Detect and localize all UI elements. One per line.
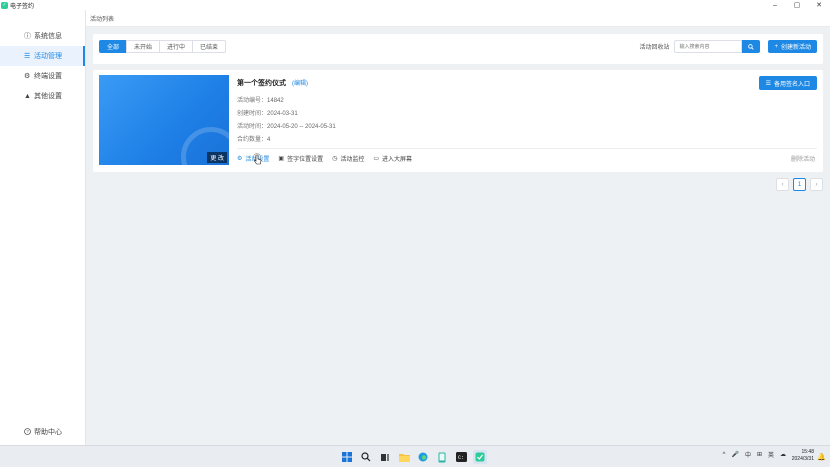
clock-date: 2024/3/31 (791, 456, 814, 462)
meta-contract-count: 合约数量：4 (237, 137, 271, 143)
sidebar-item-activity-management[interactable]: ☰ 活动管理 (0, 46, 85, 66)
gear-icon: ⚙ (24, 73, 31, 80)
notification-bell-icon[interactable]: 🔔 (817, 453, 826, 461)
activity-cover-image: 更 改 (99, 75, 229, 165)
card-divider (237, 148, 817, 149)
recycle-bin-link[interactable]: 活动回收站 (639, 42, 669, 51)
edge-browser-icon[interactable] (416, 450, 430, 464)
cloud-icon[interactable]: ☁ (780, 451, 786, 458)
minimize-button[interactable]: – (764, 0, 786, 10)
search-button[interactable] (742, 40, 761, 53)
task-view-icon[interactable] (378, 450, 392, 464)
taskbar-apps: C: (340, 450, 492, 464)
create-activity-button[interactable]: + 创建新活动 (768, 40, 817, 53)
file-explorer-icon[interactable] (397, 450, 411, 464)
search-input[interactable] (674, 40, 743, 53)
svg-text:C:: C: (458, 455, 464, 461)
activity-title-row: 第一个签约仪式 (编辑) (237, 78, 308, 88)
terminal-icon[interactable]: C: (454, 450, 468, 464)
warning-icon: ▲ (24, 92, 31, 100)
hand-cursor-icon (253, 153, 262, 165)
list-icon: ☰ (24, 53, 31, 60)
activity-title: 第一个签约仪式 (237, 80, 286, 87)
help-center-link[interactable]: ? 帮助中心 (24, 427, 62, 437)
network-icon[interactable]: ⊞ (757, 451, 762, 458)
system-tray: ^ 🎤 中 ⊞ 英 ☁ (717, 450, 786, 460)
filter-all-button[interactable]: 全部 (99, 40, 128, 53)
maximize-button[interactable]: ▢ (786, 0, 808, 10)
change-cover-button[interactable]: 更 改 (207, 152, 227, 163)
filter-not-started-button[interactable]: 未开始 (126, 40, 161, 53)
window-controls: – ▢ ✕ (764, 0, 830, 10)
tray-overflow-icon[interactable]: ^ (723, 452, 726, 458)
app-logo-icon: ✓ (1, 1, 8, 9)
search-area: 活动回收站 + 创建新活动 (639, 40, 817, 53)
filter-ended-button[interactable]: 已结束 (192, 40, 227, 53)
spare-signature-entry-button[interactable]: ☰ 备用签名入口 (758, 76, 817, 90)
activity-monitor-button[interactable]: ◷ 活动监控 (332, 154, 364, 163)
signature-position-settings-button[interactable]: ▣ 签字位置设置 (278, 154, 323, 163)
os-taskbar: C: ^ 🎤 中 ⊞ 英 ☁ 15:48 2024/3/31 🔔 (0, 445, 830, 467)
layout-icon: ▣ (278, 156, 285, 162)
language-indicator[interactable]: 英 (768, 450, 774, 459)
activity-toolbar: 全部 未开始 进行中 已结束 活动回收站 + 创建新活动 (93, 34, 823, 64)
filter-in-progress-button[interactable]: 进行中 (159, 40, 194, 53)
sidebar-item-system-info[interactable]: ⓘ 系统信息 (0, 26, 85, 46)
sidebar-item-other-settings[interactable]: ▲ 其他设置 (0, 86, 85, 106)
delete-activity-link[interactable]: 删除活动 (791, 154, 815, 163)
input-method-indicator[interactable]: 中 (745, 450, 751, 459)
monitor-icon: ▭ (373, 156, 380, 162)
window-titlebar: ✓ 电子签约 – ▢ ✕ (0, 0, 830, 10)
search-icon (748, 43, 755, 50)
status-filter-group: 全部 未开始 进行中 已结束 (99, 40, 227, 53)
phone-app-icon[interactable] (435, 450, 449, 464)
activity-card: 更 改 第一个签约仪式 (编辑) 活动编号：14842 创建时间：2024-03… (93, 70, 823, 172)
activity-actions: ⚙ 活动设置 ▣ 签字位置设置 ◷ 活动监控 ▭ 进入大屏幕 (237, 154, 421, 163)
windows-start-icon[interactable] (340, 450, 354, 464)
edit-activity-link[interactable]: (编辑) (292, 81, 308, 87)
sidebar-item-label: 系统信息 (34, 33, 62, 40)
gear-icon: ⚙ (237, 156, 243, 162)
pagination: ‹ 1 › (772, 178, 823, 191)
svg-text:?: ? (26, 429, 29, 434)
enter-big-screen-button[interactable]: ▭ 进入大屏幕 (373, 154, 412, 163)
sidebar-item-terminal-settings[interactable]: ⚙ 终端设置 (0, 66, 85, 86)
list-icon: ☰ (765, 80, 771, 87)
close-button[interactable]: ✕ (808, 0, 830, 10)
e-sign-app-icon[interactable] (473, 450, 487, 464)
plus-icon: + (774, 43, 778, 50)
taskbar-clock[interactable]: 15:48 2024/3/31 (792, 449, 814, 463)
page-number-button[interactable]: 1 (793, 178, 806, 191)
sidebar-item-label: 终端设置 (34, 73, 62, 80)
question-circle-icon: ? (24, 427, 34, 437)
sidebar-item-label: 其他设置 (34, 93, 62, 100)
clock-icon: ◷ (332, 156, 338, 162)
search-icon[interactable] (359, 450, 373, 464)
sidebar-item-label: 活动管理 (34, 53, 62, 60)
meta-activity-time: 活动时间：2024-05-20 -- 2024-05-31 (237, 124, 336, 130)
prev-page-button[interactable]: ‹ (776, 178, 789, 191)
microphone-icon[interactable]: 🎤 (731, 451, 738, 458)
sidebar: ⓘ 系统信息 ☰ 活动管理 ⚙ 终端设置 ▲ 其他设置 ? 帮助中心 (0, 10, 86, 445)
next-page-button[interactable]: › (810, 178, 823, 191)
app-title: 电子签约 (10, 3, 35, 10)
spare-signature-entry-label: 备用签名入口 (773, 81, 810, 88)
meta-activity-id: 活动编号：14842 (237, 98, 284, 104)
help-center-label: 帮助中心 (34, 429, 62, 436)
meta-created-time: 创建时间：2024-03-31 (237, 111, 298, 117)
info-circle-icon: ⓘ (24, 33, 31, 40)
breadcrumb-current: 活动列表 (90, 16, 115, 23)
create-activity-label: 创建新活动 (780, 45, 811, 51)
main-content: 活动列表 全部 未开始 进行中 已结束 活动回收站 + 创建新活动 更 改 第一… (86, 10, 830, 445)
breadcrumb: 活动列表 (86, 10, 830, 27)
clock-time: 15:48 (801, 449, 814, 455)
